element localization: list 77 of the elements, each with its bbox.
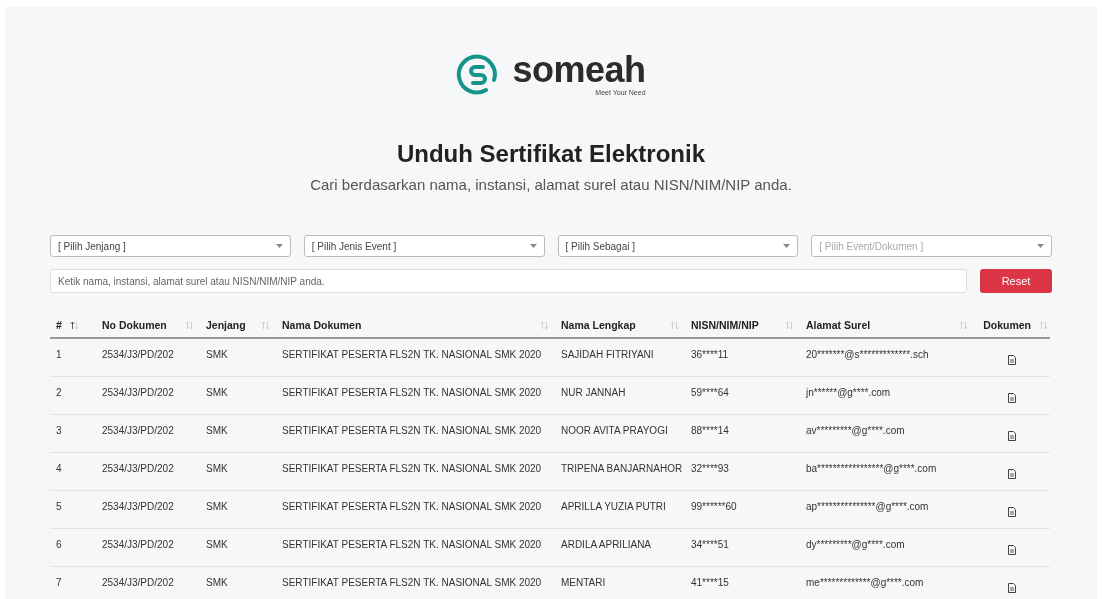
table-cell: 2534/J3/PD/202	[102, 349, 174, 360]
document-icon[interactable]	[1008, 354, 1016, 365]
table-cell: 41****15	[691, 577, 729, 588]
filter-dropdown[interactable]: [ Pilih Jenis Event ]	[303, 235, 545, 257]
column-header[interactable]: NISN/NIM/NIP	[691, 319, 759, 331]
table-cell: 36****11	[691, 349, 729, 360]
table-cell: 2534/J3/PD/202	[102, 539, 174, 550]
caret-icon	[529, 244, 537, 248]
table-cell: SERTIFIKAT PESERTA FLS2N TK. NASIONAL SMK 2020	[282, 463, 542, 474]
table-cell: SMK	[206, 501, 228, 512]
table-cell: 34****51	[691, 539, 729, 550]
table-cell: SMK	[206, 577, 228, 588]
table-cell: av*********@g****.com	[806, 425, 905, 436]
filter-dropdown[interactable]: [ Pilih Jenjang ]	[50, 235, 291, 257]
table-cell: 4	[56, 463, 62, 474]
column-header[interactable]: #	[56, 319, 62, 331]
page-subtitle: Cari berdasarkan nama, instansi, alamat surel atau NISN/NIM/NIP anda.	[309, 175, 793, 195]
table-cell: 2534/J3/PD/202	[102, 463, 174, 474]
table-cell: SMK	[206, 463, 228, 474]
table-cell: SERTIFIKAT PESERTA FLS2N TK. NASIONAL SMK 2020	[282, 501, 542, 512]
filter-dropdown[interactable]: [ Pilih Sebagai ]	[557, 235, 799, 257]
document-icon[interactable]	[1008, 582, 1016, 593]
table-cell: 59****64	[691, 387, 729, 398]
table-cell: SERTIFIKAT PESERTA FLS2N TK. NASIONAL SMK 2020	[282, 349, 542, 360]
column-header[interactable]: Nama Lengkap	[561, 319, 636, 331]
table-cell: SMK	[206, 349, 228, 360]
table-cell: NUR JANNAH	[561, 387, 626, 398]
caret-icon	[783, 244, 791, 248]
table-cell: 6	[56, 539, 62, 550]
table-cell: dy*********@g****.com	[806, 539, 905, 550]
caret-icon	[1037, 244, 1044, 248]
column-header[interactable]: Nama Dokumen	[282, 319, 362, 331]
document-icon[interactable]	[1008, 544, 1016, 555]
table-cell: 2534/J3/PD/202	[102, 501, 174, 512]
table-cell: 7	[56, 577, 62, 588]
table-cell: 20*******@s*************.sch	[806, 349, 929, 360]
table-cell: ARDILA APRILIANA	[561, 539, 652, 550]
search-field[interactable]: Ketik nama, instansi, alamat surel atau NISN/NIM/NIP anda.	[50, 269, 967, 293]
caret-icon	[275, 244, 283, 248]
table-cell: me*************@g****.com	[806, 577, 924, 588]
table-cell: 3	[56, 425, 62, 436]
table-cell: SERTIFIKAT PESERTA FLS2N TK. NASIONAL SMK 2020	[282, 425, 542, 436]
table-cell: SMK	[206, 425, 228, 436]
table-cell: SERTIFIKAT PESERTA FLS2N TK. NASIONAL SMK 2020	[282, 577, 542, 588]
table-cell: ba*****************@g****.com	[806, 463, 937, 474]
table-cell: SERTIFIKAT PESERTA FLS2N TK. NASIONAL SMK 2020	[282, 387, 542, 398]
table-cell: 2	[56, 387, 62, 398]
column-header[interactable]: Dokumen	[983, 319, 1031, 331]
column-header[interactable]: No Dokumen	[102, 319, 167, 331]
table-cell: 2534/J3/PD/202	[102, 577, 174, 588]
table-cell: 88****14	[691, 425, 729, 436]
table-cell: NOOR AVITA PRAYOGI	[561, 425, 668, 436]
table-cell: SMK	[206, 387, 228, 398]
sort-icon[interactable]	[69, 320, 79, 330]
document-icon[interactable]	[1008, 430, 1016, 441]
table-cell: TRIPENA BANJARNAHOR	[561, 463, 683, 474]
table-cell: jn******@g****.com	[806, 387, 891, 398]
table-cell: SAJIDAH FITRIYANI	[561, 349, 654, 360]
table-cell: ap***************@g****.com	[806, 501, 929, 512]
column-header[interactable]: Alamat Surel	[806, 319, 871, 331]
table-cell: 32****93	[691, 463, 729, 474]
table-cell: 5	[56, 501, 62, 512]
document-icon[interactable]	[1008, 392, 1016, 403]
table-cell: APRILLA YUZIA PUTRI	[561, 501, 666, 512]
document-icon[interactable]	[1008, 506, 1016, 517]
table-cell: 2534/J3/PD/202	[102, 425, 174, 436]
column-header[interactable]: Jenjang	[206, 319, 246, 331]
table-cell: 2534/J3/PD/202	[102, 387, 174, 398]
table-cell: 99******60	[691, 501, 737, 512]
reset-button[interactable]: Reset	[980, 269, 1052, 293]
document-icon[interactable]	[1008, 468, 1016, 479]
logo-wordmark: someah	[512, 51, 646, 88]
table-cell: SMK	[206, 539, 228, 550]
table-cell: 1	[56, 349, 62, 360]
table-cell: SERTIFIKAT PESERTA FLS2N TK. NASIONAL SMK 2020	[282, 539, 542, 550]
page-title: Unduh Sertifikat Elektronik	[395, 139, 707, 169]
table-cell: MENTARI	[561, 577, 606, 588]
